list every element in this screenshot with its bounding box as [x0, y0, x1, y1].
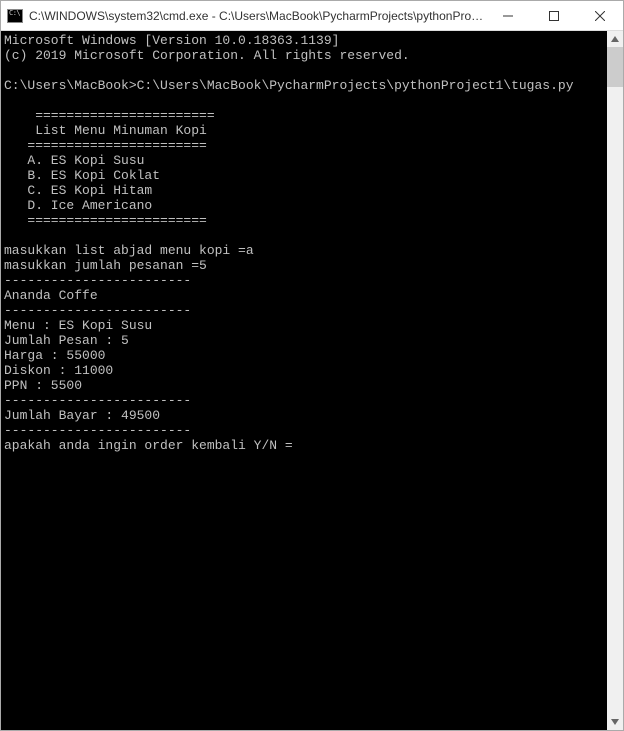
output-line: Ananda Coffe	[4, 288, 98, 303]
window-title: C:\WINDOWS\system32\cmd.exe - C:\Users\M…	[29, 9, 485, 23]
output-line: Jumlah Pesan : 5	[4, 333, 129, 348]
console-area: Microsoft Windows [Version 10.0.18363.11…	[1, 31, 623, 730]
output-line: apakah anda ingin order kembali Y/N =	[4, 438, 293, 453]
output-line: D. Ice Americano	[4, 198, 152, 213]
scroll-track[interactable]	[607, 47, 623, 714]
scroll-down-button[interactable]	[607, 714, 623, 730]
console-output[interactable]: Microsoft Windows [Version 10.0.18363.11…	[1, 31, 607, 730]
cmd-window: C:\WINDOWS\system32\cmd.exe - C:\Users\M…	[0, 0, 624, 731]
output-line: List Menu Minuman Kopi	[4, 123, 207, 138]
output-line: C:\Users\MacBook>C:\Users\MacBook\Pychar…	[4, 78, 574, 93]
titlebar[interactable]: C:\WINDOWS\system32\cmd.exe - C:\Users\M…	[1, 1, 623, 31]
minimize-button[interactable]	[485, 1, 531, 31]
output-line: (c) 2019 Microsoft Corporation. All righ…	[4, 48, 410, 63]
cmd-icon	[7, 8, 23, 24]
close-button[interactable]	[577, 1, 623, 31]
window-controls	[485, 1, 623, 31]
scroll-up-button[interactable]	[607, 31, 623, 47]
scroll-thumb[interactable]	[607, 47, 623, 87]
maximize-button[interactable]	[531, 1, 577, 31]
output-line: Microsoft Windows [Version 10.0.18363.11…	[4, 33, 339, 48]
output-line: ------------------------	[4, 273, 191, 288]
output-line: PPN : 5500	[4, 378, 82, 393]
output-line: ------------------------	[4, 393, 191, 408]
output-line: ------------------------	[4, 303, 191, 318]
output-line: =======================	[4, 138, 207, 153]
output-line: =======================	[4, 108, 215, 123]
vertical-scrollbar[interactable]	[607, 31, 623, 730]
output-line: masukkan list abjad menu kopi =a	[4, 243, 254, 258]
output-line: B. ES Kopi Coklat	[4, 168, 160, 183]
output-line: Menu : ES Kopi Susu	[4, 318, 152, 333]
output-line: Jumlah Bayar : 49500	[4, 408, 160, 423]
output-line: C. ES Kopi Hitam	[4, 183, 152, 198]
output-line: ------------------------	[4, 423, 191, 438]
output-line: Harga : 55000	[4, 348, 105, 363]
output-line: masukkan jumlah pesanan =5	[4, 258, 207, 273]
output-line: Diskon : 11000	[4, 363, 113, 378]
output-line: A. ES Kopi Susu	[4, 153, 144, 168]
output-line: =======================	[4, 213, 207, 228]
